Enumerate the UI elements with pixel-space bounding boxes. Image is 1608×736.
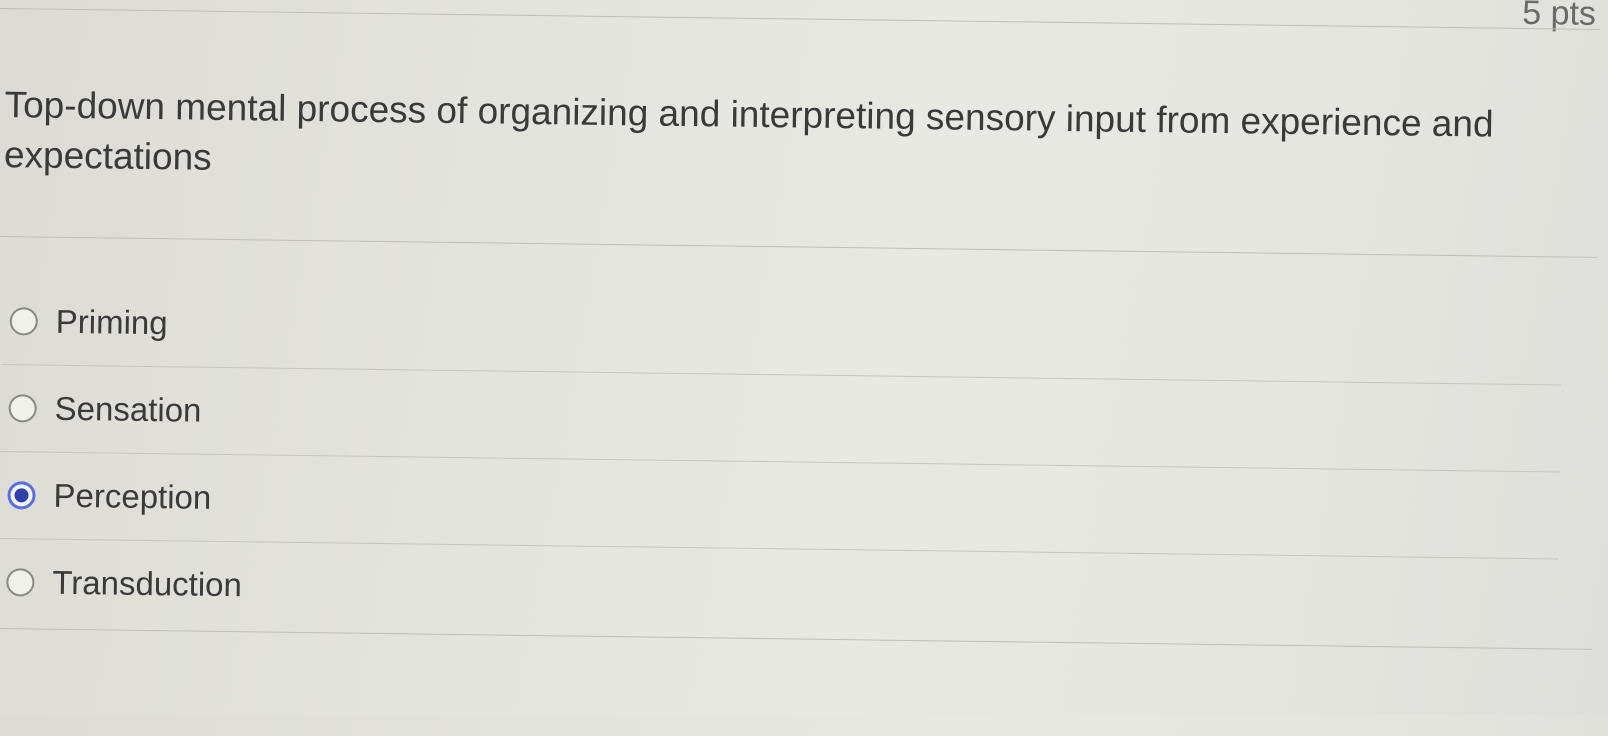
answer-label[interactable]: Sensation xyxy=(54,390,201,430)
radio-button-priming[interactable] xyxy=(9,307,38,336)
answer-options: Priming Sensation Perception Transductio… xyxy=(0,278,1562,645)
answer-label[interactable]: Transduction xyxy=(52,564,242,604)
radio-button-perception-selected[interactable] xyxy=(7,481,36,510)
answer-label[interactable]: Priming xyxy=(56,303,168,342)
radio-button-sensation[interactable] xyxy=(8,394,37,423)
question-prompt: Top-down mental process of organizing an… xyxy=(3,84,1494,178)
answer-label[interactable]: Perception xyxy=(53,477,211,517)
top-divider xyxy=(0,7,1600,30)
radio-button-transduction[interactable] xyxy=(6,568,35,597)
quiz-question-card: 5 pts Top-down mental process of organiz… xyxy=(0,0,1608,736)
question-divider xyxy=(0,235,1597,258)
radio-selected-dot xyxy=(14,488,29,503)
